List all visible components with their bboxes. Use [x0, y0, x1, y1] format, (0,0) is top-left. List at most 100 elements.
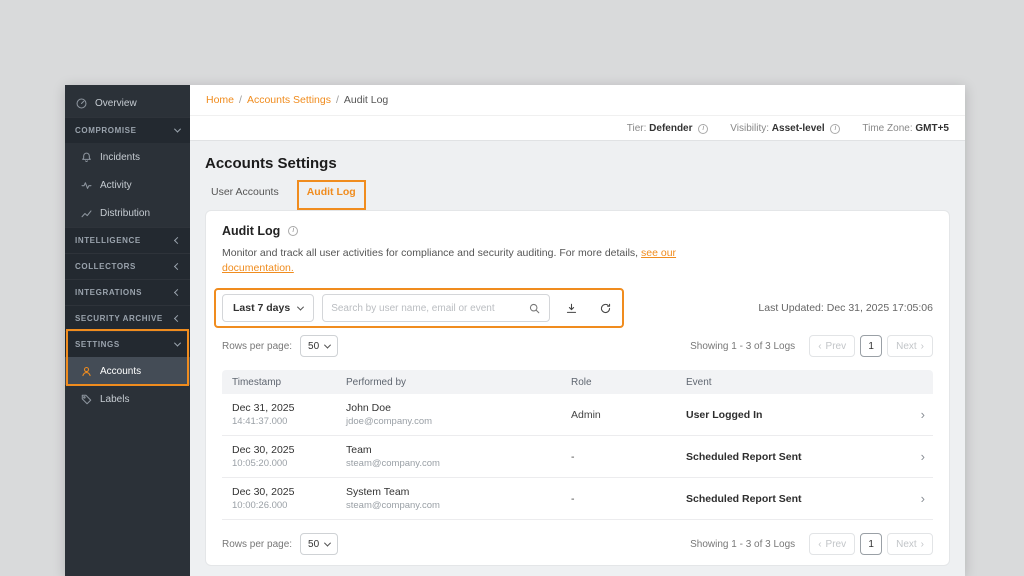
card-description: Monitor and track all user activities fo… [222, 246, 702, 276]
sidebar-section-collectors[interactable]: COLLECTORS [65, 253, 190, 279]
sidebar-item-activity[interactable]: Activity [65, 171, 190, 199]
info-icon[interactable]: i [698, 123, 709, 134]
row-chevron-icon[interactable]: › [907, 408, 933, 421]
chevron-down-icon [173, 339, 182, 347]
rows-per-page-label: Rows per page: [222, 340, 293, 352]
table-row[interactable]: Dec 30, 2025 10:05:20.000 Team steam@com… [222, 436, 933, 479]
row-time: 10:05:20.000 [232, 458, 288, 470]
activity-pulse-icon [80, 179, 93, 192]
sidebar-item-label: Distribution [100, 207, 151, 219]
chevron-left-icon [173, 236, 182, 245]
info-bar: Tier: Defender i Visibility: Asset-level… [190, 115, 965, 141]
column-performed-by: Performed by [346, 376, 407, 388]
description-text: Monitor and track all user activities fo… [222, 247, 639, 259]
timezone-label: Time Zone: [862, 122, 913, 134]
audit-log-card: Audit Log i Monitor and track all user a… [205, 210, 950, 567]
rows-per-page-select[interactable]: 50 [300, 533, 339, 556]
refresh-button[interactable] [592, 295, 618, 321]
visibility-info: Visibility: Asset-level i [730, 122, 841, 134]
tier-label: Tier: [626, 122, 647, 134]
row-user-name: System Team [346, 486, 410, 499]
prev-page-button[interactable]: ‹ Prev [809, 533, 856, 556]
sidebar-section-label: INTELLIGENCE [75, 236, 141, 245]
trend-chart-icon [80, 207, 93, 220]
sidebar-item-label: Overview [95, 97, 137, 109]
search-box [322, 294, 551, 323]
visibility-label: Visibility: [730, 122, 770, 134]
next-label: Next [896, 340, 917, 352]
row-user-email: jdoe@company.com [346, 416, 433, 428]
sidebar-item-distribution[interactable]: Distribution [65, 199, 190, 227]
breadcrumb-accounts-settings-link[interactable]: Accounts Settings [247, 94, 331, 106]
pagination: ‹ Prev 1 Next › [809, 533, 933, 556]
row-event: Scheduled Report Sent [686, 492, 802, 505]
table-header: Timestamp Performed by Role Event [222, 370, 933, 395]
table-row[interactable]: Dec 31, 2025 14:41:37.000 John Doe jdoe@… [222, 394, 933, 437]
chevron-left-icon [173, 288, 182, 297]
page-number-button[interactable]: 1 [860, 335, 883, 358]
prev-page-button[interactable]: ‹ Prev [809, 335, 856, 358]
sidebar-item-label: Accounts [100, 365, 142, 377]
prev-label: Prev [825, 538, 847, 550]
overview-icon [75, 97, 88, 110]
row-event: User Logged In [686, 408, 763, 421]
column-role: Role [571, 376, 592, 388]
tier-value: Defender [649, 122, 693, 134]
row-date: Dec 30, 2025 [232, 444, 295, 457]
sidebar-item-accounts[interactable]: Accounts [65, 357, 190, 385]
column-timestamp: Timestamp [232, 376, 282, 388]
sidebar-section-label: COMPROMISE [75, 126, 137, 135]
sidebar-section-security-archive[interactable]: SECURITY ARCHIVE [65, 305, 190, 331]
date-range-dropdown[interactable]: Last 7 days [222, 294, 315, 323]
row-chevron-icon[interactable]: › [907, 492, 933, 505]
user-icon [80, 365, 93, 378]
row-user-name: Team [346, 444, 372, 457]
page-number-button[interactable]: 1 [860, 533, 883, 556]
sidebar-section-label: SETTINGS [75, 340, 120, 349]
sidebar-item-labels[interactable]: Labels [65, 385, 190, 413]
tag-icon [80, 393, 93, 406]
pagination: ‹ Prev 1 Next › [809, 335, 933, 358]
timezone-info: Time Zone: GMT+5 [862, 123, 949, 134]
search-input[interactable] [331, 302, 529, 314]
download-button[interactable] [558, 295, 584, 321]
info-icon[interactable]: i [288, 226, 299, 236]
row-time: 14:41:37.000 [232, 416, 288, 428]
sidebar-item-overview[interactable]: Overview [65, 89, 190, 117]
row-date: Dec 31, 2025 [232, 402, 295, 415]
row-chevron-icon[interactable]: › [907, 450, 933, 463]
last-updated-value: Dec 31, 2025 17:05:06 [826, 302, 933, 315]
row-date: Dec 30, 2025 [232, 486, 295, 499]
sidebar-item-incidents[interactable]: Incidents [65, 143, 190, 171]
sidebar-section-settings[interactable]: SETTINGS [65, 331, 190, 357]
rows-per-page-select[interactable]: 50 [300, 335, 339, 358]
column-event: Event [686, 376, 712, 388]
card-title: Audit Log [222, 224, 281, 238]
sidebar-section-intelligence[interactable]: INTELLIGENCE [65, 227, 190, 253]
breadcrumb-separator: / [239, 94, 242, 106]
sidebar: Overview COMPROMISE Incidents Activity D… [65, 85, 190, 576]
row-time: 10:00:26.000 [232, 500, 288, 512]
list-controls-bottom: Rows per page: 50 Showing 1 - 3 of 3 Log… [222, 533, 933, 556]
sidebar-section-integrations[interactable]: INTEGRATIONS [65, 279, 190, 305]
timezone-value: GMT+5 [915, 122, 949, 134]
rows-per-page: Rows per page: 50 [222, 533, 339, 556]
row-role: - [571, 492, 575, 505]
row-role: Admin [571, 408, 601, 421]
tab-audit-log[interactable]: Audit Log [296, 180, 366, 210]
rows-per-page-label: Rows per page: [222, 538, 293, 550]
breadcrumb-home-link[interactable]: Home [206, 94, 234, 106]
sidebar-item-label: Labels [100, 393, 130, 405]
tab-user-accounts[interactable]: User Accounts [211, 186, 279, 210]
filter-controls: Last 7 days [214, 288, 625, 329]
breadcrumb-separator: / [335, 94, 339, 106]
sidebar-section-compromise[interactable]: COMPROMISE [65, 117, 190, 143]
breadcrumb: Home / Accounts Settings / Audit Log [190, 85, 965, 115]
bell-icon [80, 151, 93, 164]
next-page-button[interactable]: Next › [887, 335, 933, 358]
info-icon[interactable]: i [830, 123, 841, 134]
table-row[interactable]: Dec 30, 2025 10:00:26.000 System Team st… [222, 478, 933, 521]
main-area: Home / Accounts Settings / Audit Log Tie… [190, 85, 965, 576]
showing-text: Showing 1 - 3 of 3 Logs [690, 538, 796, 550]
next-page-button[interactable]: Next › [887, 533, 933, 556]
